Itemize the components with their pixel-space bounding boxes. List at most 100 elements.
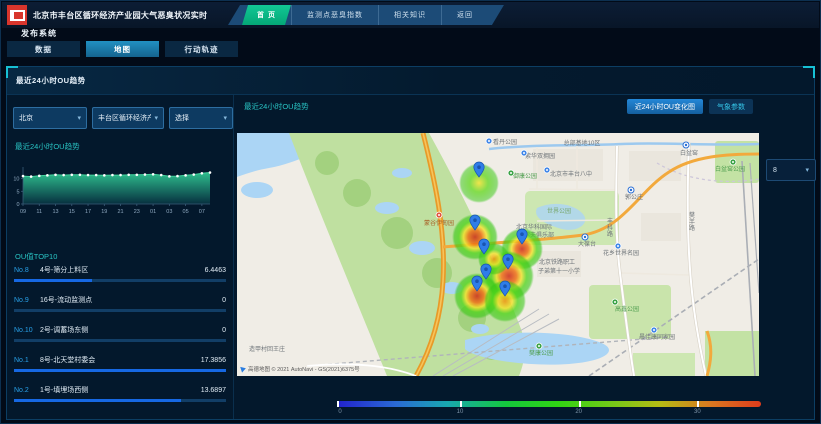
top-item-name: 8号-北天堂村委会 bbox=[40, 355, 201, 365]
tab-map[interactable]: 地图 bbox=[86, 41, 159, 57]
map-label: 晨佳康同家园 bbox=[639, 333, 675, 341]
trend-point bbox=[70, 174, 73, 177]
poi-green-icon bbox=[536, 343, 542, 349]
app-header: 北京市丰台区循环经济产业园大气恶臭状况实时 首 页 监测点恶臭指数 相关知识 返… bbox=[2, 2, 819, 28]
top-item-value: 13.6897 bbox=[201, 387, 226, 394]
trend-point bbox=[62, 174, 65, 177]
app-logo-icon bbox=[7, 5, 27, 25]
svg-text:0: 0 bbox=[16, 202, 19, 208]
top-item-rank: No.8 bbox=[14, 267, 40, 274]
top-item-bar-track bbox=[14, 339, 226, 342]
top-item[interactable]: No.84号-筛分上料区6.4463 bbox=[14, 261, 226, 291]
trend-point bbox=[192, 173, 195, 176]
top-item-bar-track bbox=[14, 399, 226, 402]
trend-chart-title: 最近24小时OU趋势 bbox=[15, 141, 80, 152]
map-label: 造甲村回王庄 bbox=[249, 345, 285, 353]
weather-params-button[interactable]: 气象参数 bbox=[709, 99, 753, 114]
main-nav: 首 页 监测点恶臭指数 相关知识 返回 bbox=[228, 5, 504, 25]
map-label: 世界公园 bbox=[547, 207, 571, 215]
panel-header: 最近24小时OU趋势 bbox=[7, 67, 814, 95]
legend-tick bbox=[579, 401, 581, 407]
nav-tab-knowledge[interactable]: 相关知识 bbox=[378, 5, 441, 25]
trend-point bbox=[46, 174, 49, 177]
trend-point bbox=[136, 174, 139, 177]
map[interactable]: 总部基地10区看丹公园紫华双拥园御康公园北京市丰台八中郭公庄世界公园大葆台白盆窑… bbox=[237, 133, 759, 376]
publish-tabs: 数据 地图 行动轨迹 bbox=[7, 41, 238, 57]
svg-text:07: 07 bbox=[199, 209, 205, 215]
panel-body: 北京 ▾ 丰台区循环经济产 ▾ 选择 ▾ 最近24小时OU趋势 05100911… bbox=[7, 95, 814, 419]
top-item[interactable]: No.21号-填埋场西侧13.6897 bbox=[14, 381, 226, 411]
autonavi-logo-icon bbox=[240, 365, 247, 372]
hour-select[interactable]: 8 ▾ bbox=[766, 159, 816, 181]
map-label: 御康公园 bbox=[513, 172, 537, 180]
svg-text:23: 23 bbox=[134, 209, 140, 215]
top-item-value: 0 bbox=[222, 327, 226, 334]
top-item-bar-fill bbox=[14, 369, 226, 372]
trend-point bbox=[144, 173, 147, 176]
svg-text:21: 21 bbox=[118, 209, 124, 215]
main-panel: 最近24小时OU趋势 北京 ▾ 丰台区循环经济产 ▾ 选择 ▾ 最近24小时OU… bbox=[6, 66, 815, 420]
svg-text:19: 19 bbox=[101, 209, 107, 215]
top-item[interactable]: No.102号-调蓄场东侧0 bbox=[14, 321, 226, 351]
tab-data[interactable]: 数据 bbox=[7, 41, 80, 57]
ou-change-map-button[interactable]: 近24小时OU变化图 bbox=[627, 99, 703, 114]
poi-red-icon bbox=[436, 212, 442, 218]
map-label: 樊康公园 bbox=[529, 349, 553, 357]
map-label: 看丹公园 bbox=[493, 138, 517, 146]
trend-point bbox=[152, 173, 155, 176]
nav-tab-home[interactable]: 首 页 bbox=[242, 5, 291, 25]
trend-point bbox=[87, 174, 90, 177]
top-item[interactable]: No.916号-流动监测点0 bbox=[14, 291, 226, 321]
tab-track[interactable]: 行动轨迹 bbox=[165, 41, 238, 57]
trend-point bbox=[176, 175, 179, 178]
trend-point bbox=[54, 174, 57, 177]
map-label: 北京铁路职工 bbox=[539, 258, 575, 266]
map-attribution: 高德地图 © 2021 AutoNavi - GS(2021)6375号 bbox=[241, 365, 360, 373]
hour-select-value: 8 bbox=[773, 167, 777, 174]
trend-point bbox=[160, 174, 163, 177]
map-label: 北京市丰台八中 bbox=[550, 170, 592, 178]
poi-green-icon bbox=[730, 159, 736, 165]
trend-point bbox=[22, 175, 25, 178]
trend-area-chart: 0510091113151719212301030507 bbox=[9, 153, 225, 217]
legend-tick bbox=[460, 401, 462, 407]
poi-blue-icon bbox=[615, 243, 621, 249]
sidebar: 北京 ▾ 丰台区循环经济产 ▾ 选择 ▾ 最近24小时OU趋势 05100911… bbox=[7, 95, 234, 419]
top-item-bar-fill bbox=[14, 279, 92, 282]
map-label: 高鑫公园 bbox=[615, 305, 639, 313]
map-label: 郭公庄 bbox=[625, 193, 643, 201]
top-item-value: 0 bbox=[222, 297, 226, 304]
trend-point bbox=[184, 174, 187, 177]
map-label: 白盆窑 bbox=[680, 149, 698, 157]
svg-text:11: 11 bbox=[36, 209, 42, 215]
top-item-name: 1号-填埋场西侧 bbox=[40, 385, 201, 395]
top-item-rank: No.1 bbox=[14, 357, 40, 364]
publish-system-label: 发布系统 bbox=[21, 28, 57, 39]
map-label: 总部基地10区 bbox=[564, 139, 601, 147]
filter-selects: 北京 ▾ 丰台区循环经济产 ▾ 选择 ▾ bbox=[13, 107, 233, 129]
trend-point bbox=[127, 174, 130, 177]
svg-text:13: 13 bbox=[52, 209, 58, 215]
svg-text:5: 5 bbox=[16, 189, 19, 195]
city-select[interactable]: 北京 ▾ bbox=[13, 107, 87, 129]
map-area: 最近24小时OU趋势 近24小时OU变化图 气象参数 bbox=[237, 95, 814, 419]
trend-point bbox=[38, 175, 41, 178]
trend-point bbox=[111, 174, 114, 177]
top-item[interactable]: No.18号-北天堂村委会17.3856 bbox=[14, 351, 226, 381]
trend-point bbox=[95, 174, 98, 177]
poi-blue-icon bbox=[486, 138, 492, 144]
station-select[interactable]: 选择 ▾ bbox=[169, 107, 233, 129]
map-attribution-text: 高德地图 © 2021 AutoNavi - GS(2021)6375号 bbox=[248, 365, 360, 373]
svg-text:09: 09 bbox=[20, 209, 26, 215]
park-select[interactable]: 丰台区循环经济产 ▾ bbox=[92, 107, 164, 129]
legend-tick-label: 20 bbox=[575, 409, 582, 415]
map-label: 白盆窑公园 bbox=[715, 165, 745, 173]
city-select-value: 北京 bbox=[19, 113, 33, 123]
nav-tab-monitor-index[interactable]: 监测点恶臭指数 bbox=[291, 5, 378, 25]
nav-tab-back[interactable]: 返回 bbox=[441, 5, 488, 25]
trend-point bbox=[168, 175, 171, 178]
poi-green-icon bbox=[508, 170, 514, 176]
top-item-value: 17.3856 bbox=[201, 357, 226, 364]
top-item-name: 2号-调蓄场东侧 bbox=[40, 325, 222, 335]
trend-point bbox=[103, 174, 106, 177]
